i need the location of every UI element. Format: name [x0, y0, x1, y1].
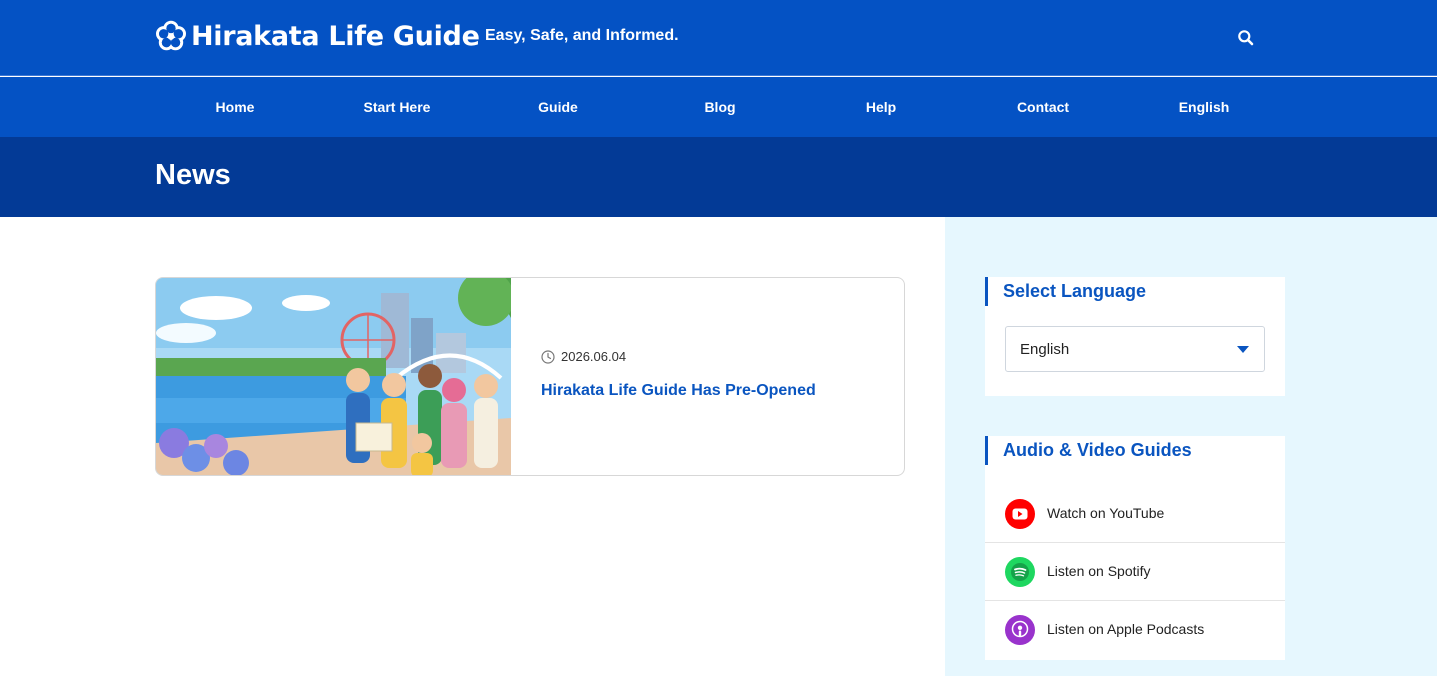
page-title-band: News: [0, 137, 1437, 217]
spotify-link-label: Listen on Spotify: [1047, 563, 1151, 579]
nav-item-english[interactable]: English: [1124, 77, 1284, 137]
post-date: 2026.06.04: [541, 349, 626, 364]
nav-item-start-here[interactable]: Start Here: [317, 77, 477, 137]
site-logo[interactable]: Hirakata Life Guide: [155, 20, 480, 52]
youtube-icon: [1005, 499, 1035, 529]
nav-item-contact[interactable]: Contact: [963, 77, 1123, 137]
post-title-link[interactable]: Hirakata Life Guide Has Pre-Opened: [541, 382, 816, 400]
post-card[interactable]: 2026.06.04 Hirakata Life Guide Has Pre-O…: [155, 277, 905, 476]
site-title: Hirakata Life Guide: [191, 20, 480, 52]
language-select-value: English: [1020, 341, 1070, 358]
nav-item-blog[interactable]: Blog: [640, 77, 800, 137]
site-header: Hirakata Life Guide Easy, Safe, and Info…: [0, 0, 1437, 76]
nav-item-guide[interactable]: Guide: [478, 77, 638, 137]
post-thumbnail-image: [156, 278, 511, 475]
apple-podcasts-link-label: Listen on Apple Podcasts: [1047, 621, 1205, 637]
nav-item-home[interactable]: Home: [155, 77, 315, 137]
language-select[interactable]: English: [1005, 326, 1265, 372]
spotify-link[interactable]: Listen on Spotify: [985, 543, 1285, 601]
search-icon[interactable]: [1236, 28, 1256, 48]
clock-icon: [541, 349, 555, 364]
apple-podcasts-icon: [1005, 615, 1035, 645]
site-tagline: Easy, Safe, and Informed.: [485, 27, 679, 44]
nav-item-help[interactable]: Help: [801, 77, 961, 137]
youtube-link[interactable]: Watch on YouTube: [985, 485, 1285, 543]
spotify-icon: [1005, 557, 1035, 587]
page-title: News: [155, 159, 231, 191]
apple-podcasts-link[interactable]: Listen on Apple Podcasts: [985, 601, 1285, 659]
audio-video-widget: Audio & Video Guides Watch on YouTube Li…: [985, 436, 1285, 660]
youtube-link-label: Watch on YouTube: [1047, 505, 1165, 521]
language-widget-title: Select Language: [985, 277, 1146, 306]
audio-video-widget-title: Audio & Video Guides: [985, 436, 1192, 465]
post-date-text: 2026.06.04: [561, 349, 627, 364]
flower-icon: [156, 20, 186, 51]
chevron-down-icon: [1237, 346, 1249, 353]
main-nav: Home Start Here Guide Blog Help Contact …: [0, 77, 1437, 137]
language-widget: Select Language English: [985, 277, 1285, 396]
